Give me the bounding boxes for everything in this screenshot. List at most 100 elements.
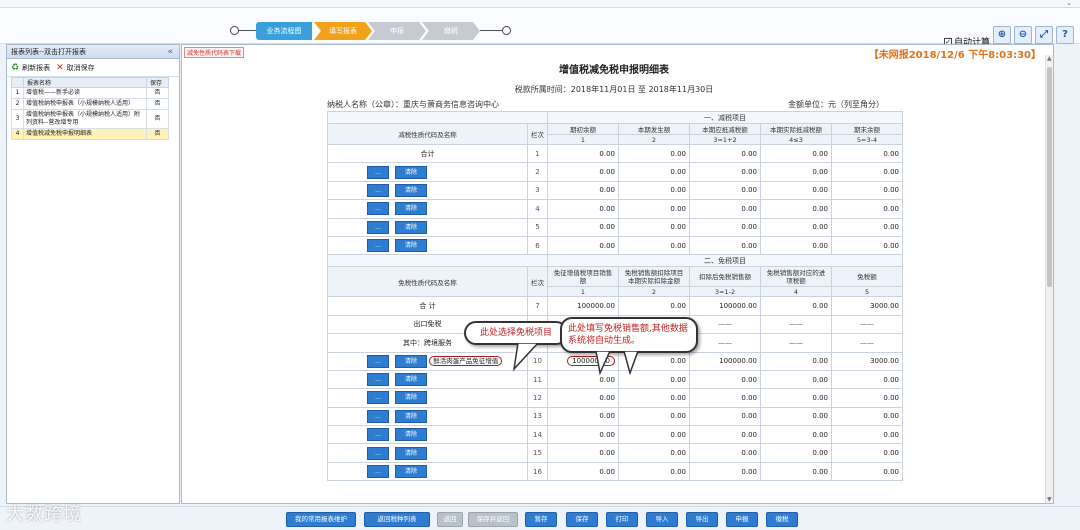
select-code-button[interactable]: ... bbox=[367, 465, 389, 479]
clear-button[interactable]: 清除 bbox=[395, 239, 427, 253]
cell-value[interactable]: 0.00 bbox=[760, 217, 832, 237]
clear-button[interactable]: 清除 bbox=[395, 373, 427, 387]
select-code-button[interactable]: ... bbox=[367, 239, 389, 253]
select-code-button[interactable]: ... bbox=[367, 373, 389, 387]
cell-value[interactable]: 0.00 bbox=[689, 180, 761, 201]
chevron-down-icon[interactable]: ⌄ bbox=[1066, 0, 1072, 7]
cell-value[interactable]: 0.00 bbox=[547, 199, 619, 219]
cell-value[interactable]: 0.00 bbox=[760, 235, 832, 256]
cell-value[interactable]: 3000.00 bbox=[830, 351, 904, 371]
cell-value[interactable]: 0.00 bbox=[689, 461, 761, 482]
cell-value[interactable]: 0.00 bbox=[760, 443, 832, 463]
selected-exemption-item[interactable]: 鲜活肉蛋产品免征增值 bbox=[429, 356, 503, 367]
save-and-return-button[interactable]: 保存并返回 bbox=[468, 512, 518, 527]
flow-step-fill-report[interactable]: 填写报表 bbox=[314, 22, 372, 40]
cell-value[interactable]: 0.00 bbox=[760, 369, 832, 390]
back-to-tax-list-button[interactable]: 返回税种列表 bbox=[364, 512, 430, 527]
cell-value[interactable]: 0.00 bbox=[618, 199, 690, 219]
clear-button[interactable]: 清除 bbox=[395, 446, 427, 460]
list-item[interactable]: 2 增值税纳税申报表（小规模纳税人适用）否 bbox=[11, 98, 169, 110]
clear-button[interactable]: 清除 bbox=[395, 409, 427, 423]
cell-value[interactable]: 0.00 bbox=[830, 388, 904, 408]
flow-step-pay[interactable]: 缴税 bbox=[422, 22, 480, 40]
select-code-button[interactable]: ... bbox=[367, 220, 389, 234]
cell-value[interactable]: 0.00 bbox=[830, 235, 904, 256]
collapse-left-icon[interactable]: « bbox=[167, 45, 173, 59]
cell-value[interactable]: 0.00 bbox=[830, 461, 904, 482]
cell-value[interactable]: 0.00 bbox=[618, 143, 690, 164]
select-code-button[interactable]: ... bbox=[367, 165, 389, 179]
fullscreen-icon[interactable]: ⤢ bbox=[1035, 26, 1053, 44]
cell-value[interactable]: 0.00 bbox=[547, 235, 619, 256]
cell-value[interactable]: 0.00 bbox=[689, 235, 761, 256]
cell-value[interactable]: 0.00 bbox=[618, 388, 690, 408]
save-button[interactable]: 保存 bbox=[566, 512, 598, 527]
cell-value[interactable]: 0.00 bbox=[760, 388, 832, 408]
select-code-button[interactable]: ... bbox=[367, 391, 389, 405]
cell-value[interactable]: 0.00 bbox=[547, 406, 619, 427]
zoom-out-icon[interactable]: ⊖ bbox=[1014, 26, 1032, 44]
cell-value[interactable]: 0.00 bbox=[618, 461, 690, 482]
list-item[interactable]: 1 增值税——新手必读否 bbox=[11, 87, 169, 99]
export-button[interactable]: 导出 bbox=[686, 512, 718, 527]
cell-value[interactable]: 0.00 bbox=[547, 143, 619, 164]
import-button[interactable]: 导入 bbox=[646, 512, 678, 527]
cell-value[interactable]: 0.00 bbox=[618, 406, 690, 427]
scroll-down-icon[interactable]: ▼ bbox=[1047, 496, 1052, 503]
cell-value[interactable]: 0.00 bbox=[830, 369, 904, 390]
select-code-button[interactable]: ... bbox=[367, 202, 389, 216]
cell-value[interactable]: 0.00 bbox=[760, 296, 832, 316]
vertical-scrollbar[interactable]: ▲ ▼ bbox=[1045, 55, 1053, 503]
cell-value[interactable]: 3000.00 bbox=[830, 296, 904, 316]
clear-button[interactable]: 清除 bbox=[395, 354, 427, 368]
cell-value[interactable]: 0.00 bbox=[689, 443, 761, 463]
help-icon[interactable]: ? bbox=[1056, 26, 1074, 44]
cell-value[interactable]: 0.00 bbox=[830, 162, 904, 182]
cell-value[interactable]: 0.00 bbox=[760, 180, 832, 201]
clear-button[interactable]: 清除 bbox=[395, 165, 427, 179]
declare-button[interactable]: 申报 bbox=[726, 512, 758, 527]
cell-value[interactable]: 0.00 bbox=[618, 162, 690, 182]
list-item-name[interactable]: 增值税纳税申报表（小规模纳税人适用） bbox=[23, 98, 147, 110]
scroll-up-icon[interactable]: ▲ bbox=[1047, 55, 1052, 62]
select-code-button[interactable]: ... bbox=[367, 183, 389, 197]
clear-button[interactable]: 清除 bbox=[395, 465, 427, 479]
list-item-name[interactable]: 增值税减免税申报明细表 bbox=[23, 128, 147, 140]
cell-value[interactable]: 0.00 bbox=[618, 217, 690, 237]
cell-value[interactable]: 0.00 bbox=[618, 425, 690, 445]
clear-button[interactable]: 清除 bbox=[395, 391, 427, 405]
temp-save-button[interactable]: 暂存 bbox=[525, 512, 557, 527]
cell-value[interactable]: 0.00 bbox=[689, 406, 761, 427]
cell-value[interactable]: 0.00 bbox=[547, 388, 619, 408]
clear-button[interactable]: 清除 bbox=[395, 183, 427, 197]
cell-value[interactable]: 0.00 bbox=[618, 235, 690, 256]
select-code-button[interactable]: ... bbox=[367, 409, 389, 423]
cell-value[interactable]: 0.00 bbox=[689, 425, 761, 445]
cell-value[interactable]: 0.00 bbox=[618, 296, 690, 316]
zoom-in-icon[interactable]: ⊕ bbox=[993, 26, 1011, 44]
clear-button[interactable]: 清除 bbox=[395, 428, 427, 442]
cell-value[interactable]: 0.00 bbox=[689, 217, 761, 237]
print-button[interactable]: 打印 bbox=[606, 512, 638, 527]
cell-value[interactable]: 0.00 bbox=[689, 199, 761, 219]
code-table-download-link[interactable]: 减免性质代码表下载 bbox=[184, 47, 245, 58]
flow-step-declare[interactable]: 申报 bbox=[368, 22, 426, 40]
flow-step-diagram[interactable]: 业务流程图 bbox=[256, 22, 312, 40]
cell-value[interactable]: 0.00 bbox=[760, 199, 832, 219]
cell-value[interactable]: 0.00 bbox=[689, 143, 761, 164]
select-code-button[interactable]: ... bbox=[367, 354, 389, 368]
cancel-save-button[interactable]: ✕ 取消保存 bbox=[56, 63, 95, 73]
cell-value[interactable]: 0.00 bbox=[760, 406, 832, 427]
clear-button[interactable]: 清除 bbox=[395, 220, 427, 234]
pay-tax-button[interactable]: 缴税 bbox=[766, 512, 798, 527]
cell-value[interactable]: 0.00 bbox=[689, 388, 761, 408]
cell-value[interactable]: 0.00 bbox=[760, 461, 832, 482]
cell-value[interactable]: 100000.00 bbox=[689, 351, 761, 371]
cell-value[interactable]: 0.00 bbox=[760, 351, 832, 371]
cell-value[interactable]: 0.00 bbox=[547, 217, 619, 237]
cell-value[interactable]: 100000.00 bbox=[689, 296, 761, 316]
cell-value[interactable]: 0.00 bbox=[689, 369, 761, 390]
back-button[interactable]: 返回 bbox=[437, 512, 463, 527]
cell-value[interactable]: 0.00 bbox=[830, 425, 904, 445]
clear-button[interactable]: 清除 bbox=[395, 202, 427, 216]
